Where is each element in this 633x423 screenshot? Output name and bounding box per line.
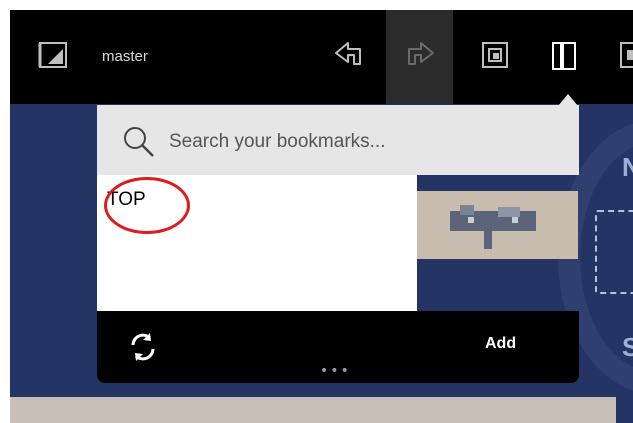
bookmark-icon (552, 42, 576, 70)
window-icon (482, 42, 508, 68)
canvas-partial-letter-s: S (622, 332, 633, 362)
more-options-handle[interactable]: ••• (320, 363, 351, 379)
branch-label: master (102, 48, 148, 65)
canvas-dashed-frame (595, 210, 633, 294)
bookmark-search-input[interactable] (167, 127, 561, 157)
canvas-bottom-bar (10, 397, 616, 423)
bookmark-button[interactable] (549, 40, 581, 76)
add-bookmark-button[interactable]: Add (485, 335, 516, 353)
sync-icon[interactable] (128, 332, 158, 362)
annotation-circle (104, 177, 190, 234)
redo-button[interactable] (403, 40, 439, 76)
top-toolbar: master (10, 10, 633, 104)
search-icon (124, 127, 154, 157)
layout-icon (620, 42, 633, 68)
bookmarks-popup: TOP Add ••• (97, 105, 579, 383)
window-button[interactable] (480, 40, 512, 76)
layout-button[interactable] (618, 40, 633, 76)
undo-icon (335, 42, 361, 65)
undo-button[interactable] (332, 40, 368, 76)
panel-toggle-icon (38, 42, 67, 68)
panel-toggle-button[interactable] (36, 40, 70, 74)
redo-icon (408, 42, 434, 65)
bookmark-search-bar (97, 105, 579, 175)
canvas-partial-letter-n: N (622, 152, 633, 182)
bookmark-popup-footer: Add ••• (97, 311, 579, 383)
